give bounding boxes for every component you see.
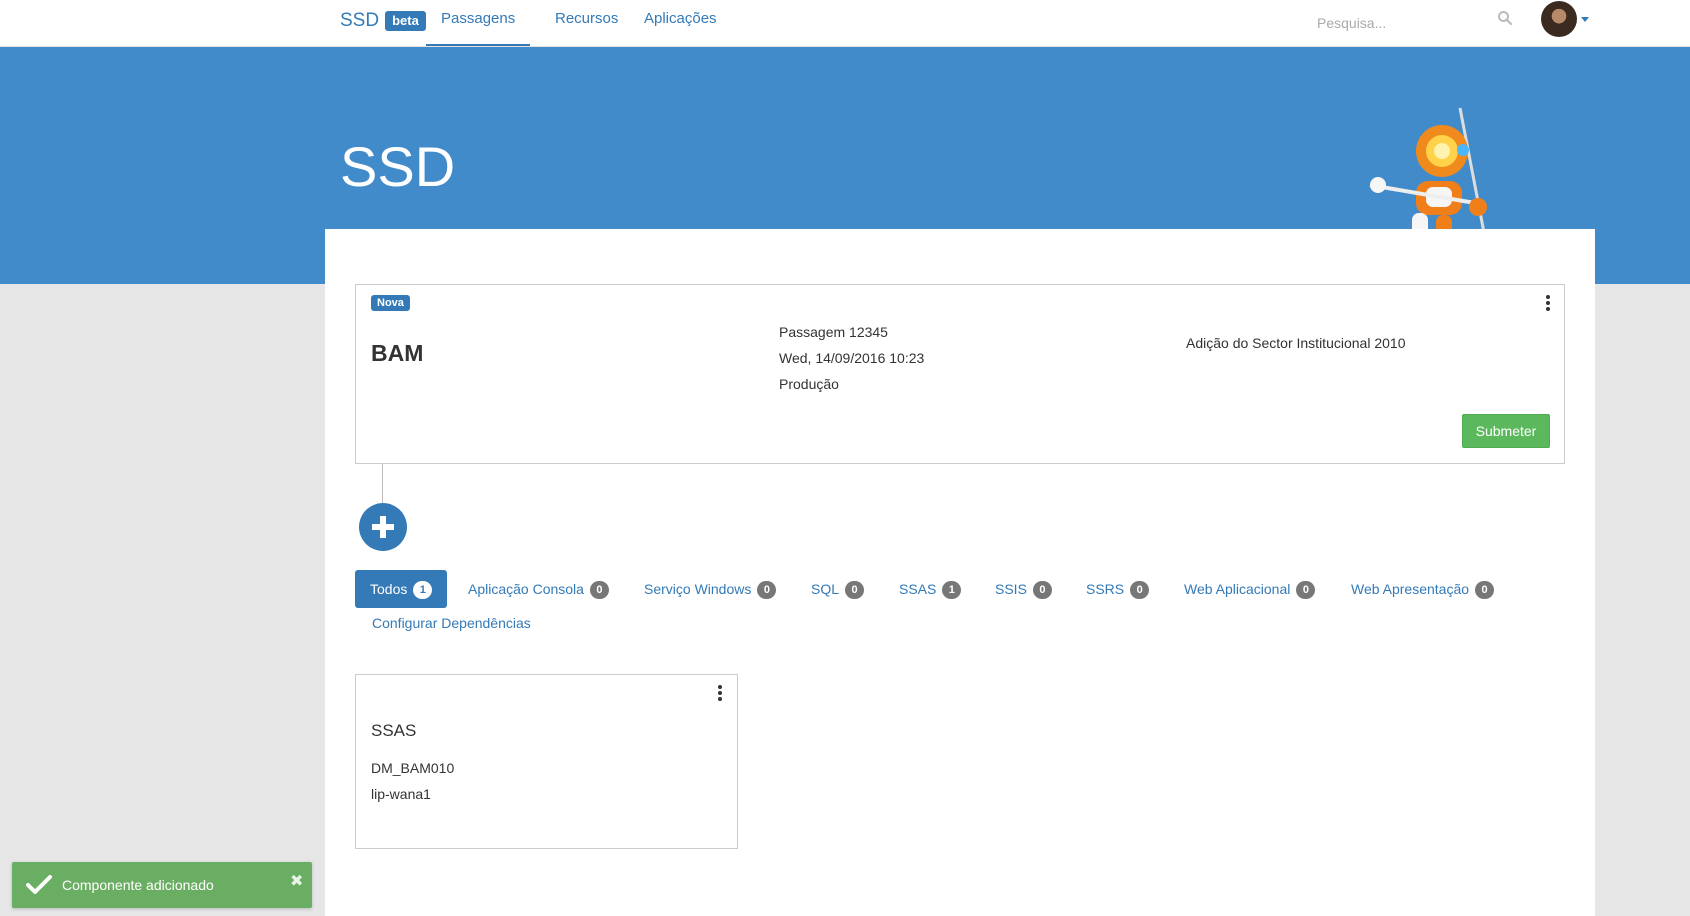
status-badge: Nova: [371, 295, 410, 311]
count-badge: 0: [845, 581, 865, 599]
add-component-button[interactable]: [359, 503, 407, 551]
tab-sql[interactable]: SQL 0: [796, 570, 879, 608]
search-input[interactable]: [1315, 8, 1515, 38]
passagem-environment: Produção: [779, 376, 839, 392]
tab-ssrs[interactable]: SSRS 0: [1071, 570, 1164, 608]
tab-todos[interactable]: Todos 1: [355, 570, 448, 608]
more-options-icon[interactable]: [1543, 295, 1553, 311]
chevron-down-icon[interactable]: [1581, 17, 1589, 22]
passagem-description: Adição do Sector Institucional 2010: [1186, 335, 1406, 351]
count-badge: 1: [942, 581, 962, 599]
connector-line: [382, 464, 383, 504]
tab-label: Todos: [370, 581, 408, 597]
tab-ssis[interactable]: SSIS 0: [980, 570, 1067, 608]
tab-web-aplicacional[interactable]: Web Aplicacional 0: [1169, 570, 1330, 608]
component-server: lip-wana1: [371, 786, 431, 802]
tab-ssas[interactable]: SSAS 1: [884, 570, 976, 608]
component-type: SSAS: [371, 721, 417, 740]
tab-label: SQL: [811, 581, 840, 597]
brand-name[interactable]: SSD: [340, 10, 379, 32]
count-badge: 0: [757, 581, 777, 599]
count-badge: 0: [1130, 581, 1150, 599]
brand[interactable]: SSD beta: [340, 9, 426, 33]
application-title: BAM: [371, 340, 424, 366]
count-badge: 0: [1032, 581, 1052, 599]
nav-aplicacoes[interactable]: Aplicações: [629, 0, 732, 46]
search-box: [1315, 8, 1515, 38]
nav-passagens[interactable]: Passagens: [426, 0, 531, 46]
check-icon: [26, 875, 52, 894]
component-name: DM_BAM010: [371, 760, 455, 776]
tab-label: SSAS: [899, 581, 937, 597]
plus-icon: [372, 516, 394, 538]
tab-label: Serviço Windows: [644, 581, 752, 597]
tab-aplicacao-consola[interactable]: Aplicação Consola 0: [453, 570, 624, 608]
user-avatar[interactable]: [1541, 1, 1577, 37]
tab-web-apresentacao[interactable]: Web Apresentação 0: [1336, 570, 1509, 608]
passagem-card: Nova BAM Passagem 12345 Wed, 14/09/2016 …: [355, 284, 1565, 464]
component-card: SSAS DM_BAM010 lip-wana1: [355, 674, 738, 849]
count-badge: 0: [589, 581, 609, 599]
passagem-datetime: Wed, 14/09/2016 10:23: [779, 350, 925, 366]
tab-label: Web Apresentação: [1351, 581, 1470, 597]
count-badge: 1: [413, 581, 433, 599]
passagem-meta: Passagem 12345 Wed, 14/09/2016 10:23 Pro…: [779, 319, 924, 397]
nav-recursos[interactable]: Recursos: [540, 0, 633, 46]
beta-badge: beta: [385, 11, 426, 31]
passagem-number: Passagem 12345: [779, 324, 888, 340]
tab-label: SSRS: [1086, 581, 1125, 597]
configure-dependencies-link[interactable]: Configurar Dependências: [372, 615, 531, 631]
count-badge: 0: [1296, 581, 1316, 599]
top-navbar: SSD beta Passagens Recursos Aplicações: [0, 0, 1690, 47]
more-options-icon[interactable]: [715, 685, 725, 701]
search-icon[interactable]: [1497, 10, 1513, 26]
tab-label: Web Aplicacional: [1184, 581, 1291, 597]
tab-servico-windows[interactable]: Serviço Windows 0: [629, 570, 791, 608]
close-icon[interactable]: ✖: [290, 871, 303, 891]
tab-label: SSIS: [995, 581, 1027, 597]
count-badge: 0: [1475, 581, 1495, 599]
submit-button[interactable]: Submeter: [1462, 414, 1550, 448]
tab-label: Aplicação Consola: [468, 581, 584, 597]
hero-title: SSD: [340, 135, 456, 198]
toast-message: Componente adicionado: [62, 877, 214, 893]
toast-notification: Componente adicionado ✖: [12, 862, 312, 908]
